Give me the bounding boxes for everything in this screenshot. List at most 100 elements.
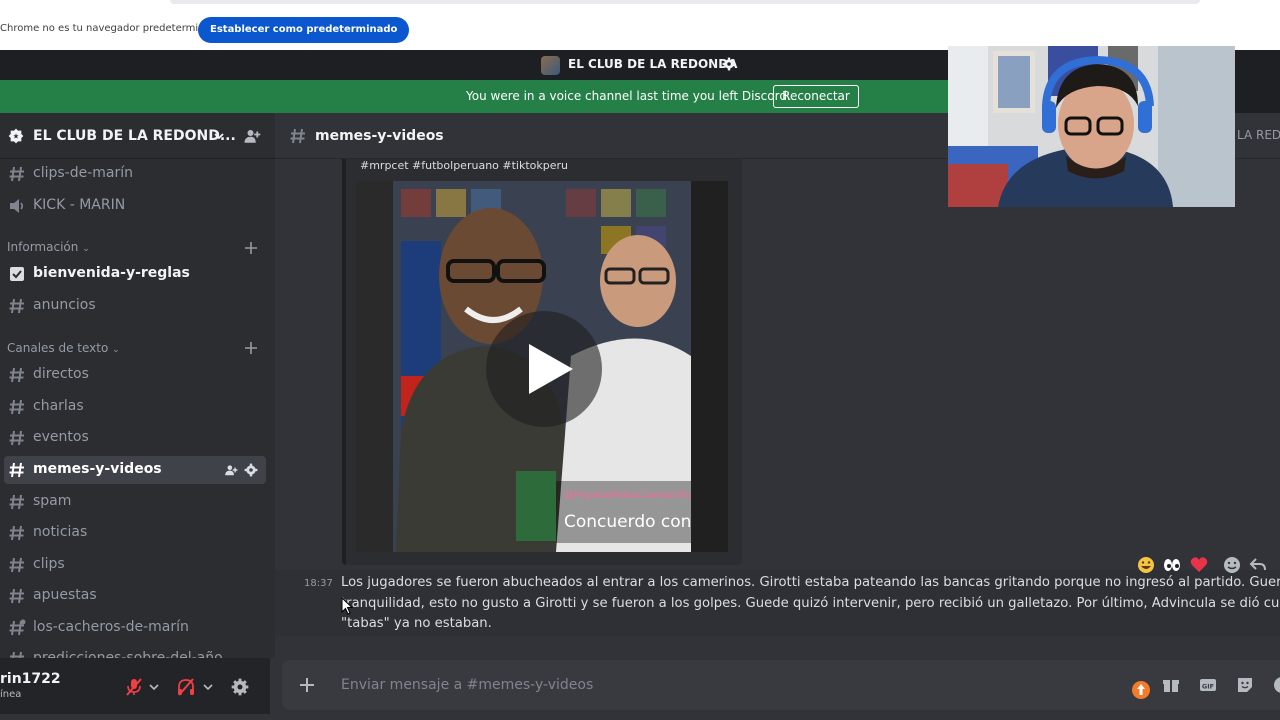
window-edge [1235,50,1280,113]
channel-label: memes-y-videos [33,461,162,477]
eyes-emoji-icon[interactable] [1162,555,1182,575]
video-embed: #mrpcet #futbolperuano #tiktokperu @Pepa… [342,159,742,565]
channel-label: KICK - MARIN [33,197,126,213]
video-player[interactable]: @PepaDePaltaCuentaOfic Concuerdo con [356,181,728,552]
add-reaction-icon[interactable] [1222,555,1242,575]
hash-icon [10,651,24,658]
hash-thread-icon [9,619,26,636]
hash-icon [9,298,24,314]
voice-notice-text: You were in a voice channel last time yo… [466,89,791,103]
invite-people-icon[interactable] [243,127,261,145]
hash-icon [9,430,24,446]
message-text-line: "tabas" ya no estaban. [341,616,492,631]
reconnect-button[interactable]: Reconectar [773,85,859,108]
hash-icon [9,557,24,573]
reply-icon[interactable] [1248,555,1268,575]
channel-item-clips-de-marin[interactable]: clips-de-marín [4,160,266,188]
speaker-icon [10,199,24,213]
chevron-down-icon: ⌄ [82,244,90,254]
message-composer[interactable]: Enviar mensaje a #memes-y-videos GIF [282,660,1280,710]
user-status: ínea [0,689,22,700]
rules-icon [10,267,24,281]
hash-icon [9,399,24,415]
invite-people-icon[interactable] [224,463,238,477]
channel-item-directos[interactable]: directos [4,361,266,389]
channel-label: charlas [33,398,84,414]
gift-icon[interactable] [1161,675,1181,695]
category-canales-de-texto[interactable]: Canales de texto ⌄ [7,341,120,355]
channel-label: noticias [33,524,88,540]
chevron-down-icon[interactable] [202,677,214,697]
hash-icon [9,588,24,604]
default-browser-message: Chrome no es tu navegador predeterminado [0,23,224,34]
plus-icon[interactable] [297,675,317,695]
channel-item-eventos[interactable]: eventos [4,424,266,452]
channel-item-kick-marin[interactable]: KICK - MARIN [4,192,266,220]
message-timestamp: 18:37 [304,578,333,589]
gear-icon[interactable] [244,463,258,477]
set-default-button[interactable]: Establecer como predeterminado [198,17,410,43]
category-label: Canales de texto [7,341,109,355]
hash-icon [9,494,24,510]
channel-label: anuncios [33,297,96,313]
channel-item-spam[interactable]: spam [4,488,266,516]
channel-label: clips-de-marín [33,165,133,181]
address-bar-edge [170,0,1200,4]
channel-item-apuestas[interactable]: apuestas [4,582,266,610]
header-search-hint[interactable]: LA REDO [1237,128,1280,142]
mouse-cursor-icon [341,597,353,615]
chevron-down-icon[interactable] [148,677,160,697]
laughing-emoji-icon[interactable] [1136,555,1156,575]
add-channel-icon[interactable] [244,241,258,255]
chrome-default-browser-bar: Chrome no es tu navegador predeterminado… [0,0,1280,50]
headphones-muted-icon[interactable] [176,677,196,697]
hash-icon [9,462,24,478]
heart-emoji-icon[interactable] [1189,555,1209,575]
channel-label: bienvenida-y-reglas [33,265,190,281]
user-settings-gear-icon[interactable] [230,677,250,697]
chevron-down-icon: ⌄ [112,345,120,355]
channel-item-predicciones[interactable]: predicciones-sobre-del-año [4,645,266,658]
play-icon[interactable] [483,308,605,430]
channel-item-charlas[interactable]: charlas [4,393,266,421]
boost-icon[interactable] [1131,680,1151,700]
channel-label: predicciones-sobre-del-año [33,650,223,658]
sticker-icon[interactable] [1235,675,1255,695]
message-input[interactable]: Enviar mensaje a #memes-y-videos [341,677,593,693]
hash-icon [9,367,24,383]
channel-label: los-cacheros-de-marín [33,619,189,635]
window-title: EL CLUB DE LA REDONDA [568,57,738,71]
server-avatar-icon [541,56,560,75]
server-header[interactable]: EL CLUB DE LA REDOND... [0,113,275,159]
channel-title: memes-y-videos [315,128,444,144]
mic-muted-icon[interactable] [124,677,144,697]
hash-icon [290,128,305,144]
channel-item-noticias[interactable]: noticias [4,519,266,547]
server-badge-icon [8,128,24,144]
channel-item-anuncios[interactable]: anuncios [4,292,266,320]
gear-icon [722,57,736,71]
embed-hashtags: #mrpcet #futbolperuano #tiktokperu [360,159,569,172]
channel-label: spam [33,493,72,509]
hash-icon [9,525,24,541]
channel-item-los-cacheros-de-marin[interactable]: los-cacheros-de-marín [4,614,266,642]
channel-item-bienvenida-y-reglas[interactable]: bienvenida-y-reglas [4,260,266,288]
hash-icon [9,166,24,182]
category-label: Información [7,240,79,254]
channel-item-memes-y-videos[interactable]: memes-y-videos [4,456,266,484]
channel-item-clips[interactable]: clips [4,551,266,579]
emoji-icon[interactable] [1272,675,1280,695]
video-caption: Concuerdo con [564,512,691,532]
gif-icon[interactable]: GIF [1198,675,1218,695]
webcam-feed [948,46,1235,207]
server-name: EL CLUB DE LA REDOND... [33,128,236,144]
channel-label: apuestas [33,587,97,603]
chevron-down-icon[interactable] [213,130,225,142]
message-text-line: Los jugadores se fueron abucheados al en… [341,575,1280,590]
add-channel-icon[interactable] [244,341,258,355]
channel-label: eventos [33,429,89,445]
user-panel: rin1722 ínea [0,658,270,714]
category-informacion[interactable]: Información ⌄ [7,240,90,254]
message-text-line: tranquilidad, esto no gusto a Girotti y … [341,596,1280,611]
username[interactable]: rin1722 [0,671,61,687]
